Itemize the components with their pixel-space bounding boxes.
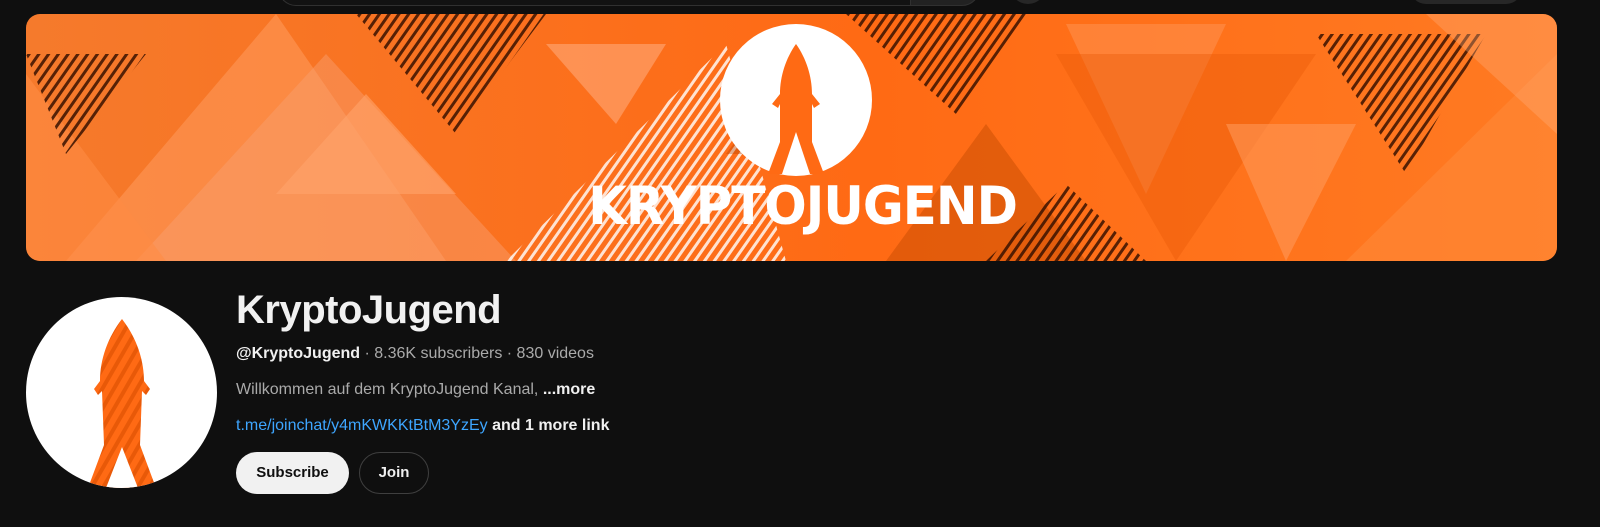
more-links-button[interactable]: and 1 more link bbox=[492, 417, 609, 434]
telegram-link[interactable]: t.me/joinchat/y4mKWKKtBtM3YzEy bbox=[236, 417, 488, 434]
meta-separator: · bbox=[360, 345, 375, 362]
channel-links: t.me/joinchat/y4mKWKKtBtM3YzEy and 1 mor… bbox=[236, 415, 609, 437]
channel-description[interactable]: Willkommen auf dem KryptoJugend Kanal, .… bbox=[236, 379, 595, 401]
channel-handle[interactable]: @KryptoJugend bbox=[236, 345, 360, 362]
subscriber-count: 8.36K subscribers bbox=[374, 345, 503, 362]
voice-search-button[interactable] bbox=[1010, 0, 1046, 4]
search-input[interactable] bbox=[278, 0, 911, 6]
rocket-logo-icon bbox=[720, 24, 872, 176]
join-button[interactable]: Join bbox=[359, 452, 429, 494]
masthead bbox=[0, 0, 1600, 8]
channel-meta: @KryptoJugend · 8.36K subscribers · 830 … bbox=[236, 343, 594, 365]
description-text: Willkommen auf dem KryptoJugend Kanal, bbox=[236, 381, 543, 398]
meta-separator: · bbox=[502, 345, 517, 362]
subscribe-button[interactable]: Subscribe bbox=[236, 452, 349, 494]
video-count: 830 videos bbox=[516, 345, 594, 362]
search-button[interactable] bbox=[910, 0, 980, 6]
rocket-icon bbox=[88, 319, 156, 488]
channel-banner: KRYPTOJUGEND bbox=[26, 14, 1557, 261]
banner-title: KRYPTOJUGEND bbox=[588, 176, 1018, 237]
channel-name: KryptoJugend bbox=[236, 288, 502, 332]
description-more-link[interactable]: ...more bbox=[543, 381, 595, 398]
account-button[interactable] bbox=[1410, 0, 1522, 4]
channel-avatar[interactable] bbox=[26, 297, 217, 488]
